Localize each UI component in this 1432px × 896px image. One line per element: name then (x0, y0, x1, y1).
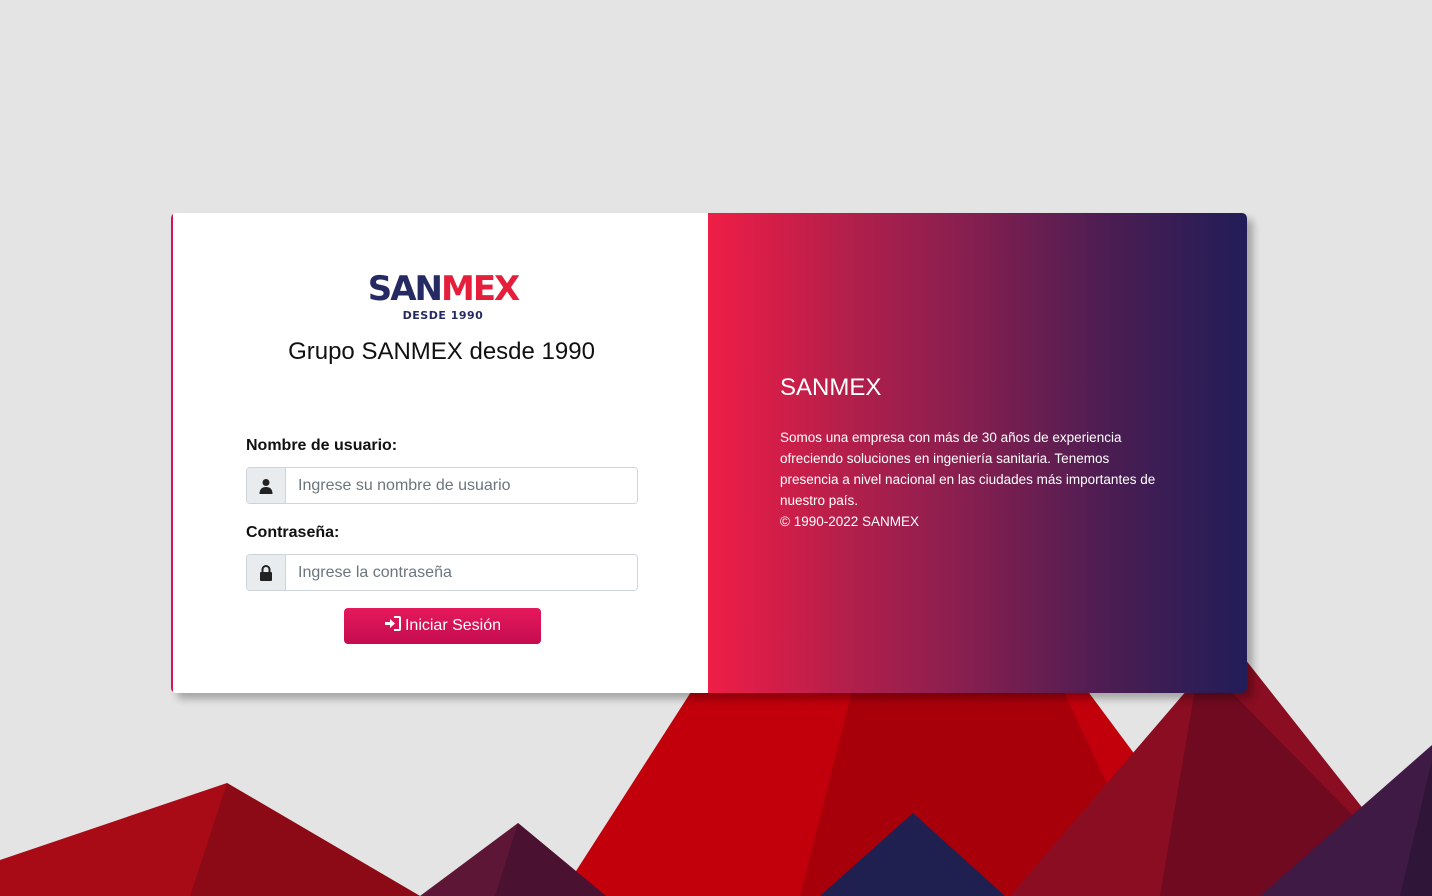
username-input-group (246, 467, 638, 504)
username-label: Nombre de usuario: (246, 437, 398, 454)
info-description: Somos una empresa con más de 30 años de … (780, 430, 1156, 508)
logo-accent-text: MEX (440, 269, 520, 309)
info-panel: SANMEX Somos una empresa con más de 30 a… (708, 213, 1247, 693)
sign-in-icon (384, 616, 401, 636)
logo-wordmark: SANMEX (358, 271, 528, 307)
user-icon (247, 468, 286, 503)
copyright-text: © 1990-2022 SANMEX (780, 514, 920, 529)
info-title: SANMEX (780, 374, 882, 401)
login-button-label: Iniciar Sesión (404, 617, 502, 634)
login-button[interactable]: Iniciar Sesión (344, 608, 541, 644)
logo-tagline: DESDE 1990 (402, 309, 484, 322)
username-input[interactable] (286, 468, 637, 503)
lock-icon (247, 555, 286, 590)
page-title: Grupo SANMEX desde 1990 (288, 338, 595, 365)
login-panel: SANMEX DESDE 1990 Grupo SANMEX desde 199… (171, 213, 708, 693)
password-label: Contraseña: (246, 524, 340, 541)
logo-primary-text: SAN (367, 269, 443, 309)
password-input-group (246, 554, 638, 591)
sanmex-logo: SANMEX DESDE 1990 (358, 271, 528, 322)
login-card: SANMEX DESDE 1990 Grupo SANMEX desde 199… (171, 213, 1247, 693)
password-input[interactable] (286, 555, 637, 590)
